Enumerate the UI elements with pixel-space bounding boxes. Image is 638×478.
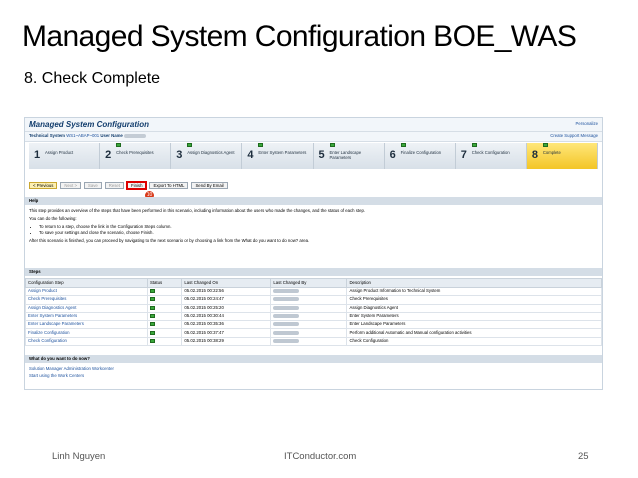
roadmap-step-3[interactable]: 3 Assign Diagnostics Agent	[171, 143, 243, 169]
help-section-title: Help	[25, 197, 602, 205]
create-support-message-link[interactable]: Create Support Message	[550, 133, 598, 139]
roadmap-step-1[interactable]: 1 Assign Product	[29, 143, 101, 169]
status-ok-icon	[149, 314, 155, 318]
next-button[interactable]: Next >	[60, 181, 81, 189]
step-link[interactable]: Finalize Configuration	[25, 328, 148, 338]
sap-window: Managed System Configuration Personalize…	[24, 117, 603, 390]
step-done-icon	[542, 143, 548, 147]
step-link[interactable]: Enter Landscape Parameters	[25, 320, 148, 330]
page-number: 25	[578, 451, 589, 462]
status-ok-icon	[149, 322, 155, 327]
col-status[interactable]: Status	[146, 278, 183, 288]
col-last-changed-on[interactable]: Last Changed On	[181, 278, 272, 288]
step-done-icon	[258, 143, 264, 147]
steps-section-title: Steps	[25, 268, 602, 276]
step-link[interactable]: Check Prerequisites	[25, 295, 148, 305]
slide-title: Managed System Configuration BOE_WAS	[22, 20, 577, 53]
user-blurred	[273, 314, 300, 318]
send-email-button[interactable]: Send By Email	[191, 181, 228, 189]
step-done-icon	[187, 143, 193, 147]
table-row: Check Prerequisites 05.02.2015 00:24:47 Ch…	[25, 295, 602, 305]
step-link[interactable]: Check Configuration	[25, 336, 148, 347]
user-blurred	[273, 305, 300, 310]
help-text: This step provides an overview of the st…	[29, 208, 589, 247]
previous-button[interactable]: < Previous	[29, 181, 58, 189]
reset-button[interactable]: Reset	[104, 181, 124, 189]
todo-links: Solution Manager Administration Workcent…	[29, 366, 114, 381]
table-row: Check Configuration 05.02.2015 00:38:29 Ch…	[25, 336, 602, 347]
user-blurred	[273, 289, 300, 294]
step-link[interactable]: Assign Diagnostics Agent	[25, 303, 148, 313]
status-ok-icon	[149, 338, 155, 343]
status-ok-icon	[149, 305, 155, 310]
admin-workcenter-link[interactable]: Solution Manager Administration Workcent…	[29, 366, 114, 372]
roadmap-step-4[interactable]: 4 Enter System Parameters	[242, 143, 314, 169]
user-blurred	[273, 297, 300, 302]
finish-button[interactable]: Finish	[125, 180, 148, 190]
footer-author: Linh Nguyen	[52, 451, 106, 462]
step-link[interactable]: Enter System Parameters	[25, 311, 148, 322]
status-ok-icon	[149, 297, 155, 302]
steps-table: Configuration Step Status Last Changed O…	[25, 278, 602, 347]
status-ok-icon	[149, 330, 155, 335]
save-button[interactable]: Save	[83, 181, 102, 189]
user-blurred	[273, 338, 300, 343]
step-done-icon	[329, 143, 335, 147]
app-header: Managed System Configuration Personalize	[25, 118, 602, 132]
roadmap-step-5[interactable]: 5 Enter Landscape Parameters	[313, 143, 385, 169]
export-html-button[interactable]: Export To HTML	[149, 181, 189, 189]
step-done-icon	[116, 143, 122, 147]
user-name-blurred	[124, 134, 147, 138]
slide-subtitle: 8. Check Complete	[24, 70, 161, 87]
roadmap-step-6[interactable]: 6 Finalize Configuration	[384, 143, 456, 169]
table-row: Finalize Configuration 05.02.2015 00:37:4…	[25, 328, 602, 338]
app-title: Managed System Configuration	[29, 120, 150, 129]
step-done-icon	[400, 143, 406, 147]
step-done-icon	[471, 143, 477, 147]
roadmap-step-7[interactable]: 7 Check Configuration	[455, 143, 527, 169]
footer-site: ITConductor.com	[284, 451, 357, 462]
toolbar: < Previous Next > Save Reset Finish Expo…	[29, 180, 228, 190]
status-ok-icon	[149, 289, 155, 294]
system-info-bar: Technical System WS1~ABAP~001 User Name …	[25, 132, 602, 142]
user-blurred	[273, 330, 300, 335]
col-last-changed-by[interactable]: Last Changed By	[270, 278, 348, 288]
table-row: Enter System Parameters 05.02.2015 00:30:…	[25, 311, 602, 322]
user-blurred	[273, 322, 300, 327]
col-description[interactable]: Description	[346, 278, 602, 288]
work-centers-link[interactable]: Start using the Work Centers	[29, 373, 114, 379]
roadmap: 1 Assign Product 2 Check Prerequisites 3 As…	[29, 143, 598, 169]
personalize-link[interactable]: Personalize	[576, 121, 598, 127]
tech-system-label: Technical System	[29, 133, 65, 139]
table-row: Assign Diagnostics Agent 05.02.2015 00:25…	[25, 303, 602, 313]
roadmap-step-8[interactable]: 8 Complete	[526, 143, 598, 169]
table-row: Enter Landscape Parameters 05.02.2015 00:…	[25, 320, 602, 330]
user-name-label: User Name	[100, 133, 123, 139]
step-link[interactable]: Assign Product	[25, 286, 148, 297]
col-configuration-step[interactable]: Configuration Step	[25, 278, 148, 288]
roadmap-step-2[interactable]: 2 Check Prerequisites	[100, 143, 172, 169]
table-row: Assign Product 05.02.2015 00:22:56 Assign …	[25, 286, 602, 297]
tech-system-value[interactable]: WS1~ABAP~001	[66, 133, 99, 138]
todo-section-title: What do you want to do now?	[25, 355, 602, 363]
